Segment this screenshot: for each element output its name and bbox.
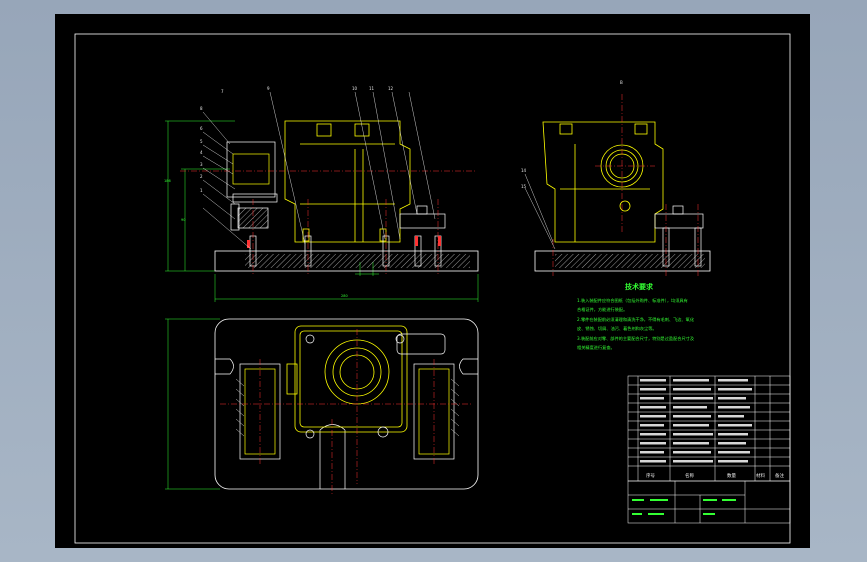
balloon-front: 7 (221, 89, 224, 94)
bom-grid (627, 375, 791, 482)
cad-viewport[interactable]: 186 90 280 8 7 6 5 4 3 2 1 9 10 11 12 B … (0, 0, 867, 562)
balloon-front: 8 (200, 106, 203, 111)
dim-height-label: 186 (164, 179, 171, 183)
top-view (165, 318, 479, 494)
fixture-body (284, 120, 411, 243)
side-base-hatching (555, 254, 705, 268)
balloon-front: 6 (200, 126, 203, 131)
balloon-side: 15 (521, 184, 527, 189)
dim-center-label: 90 (181, 218, 185, 222)
tenon-slot (319, 424, 346, 489)
view-label: B (620, 80, 623, 85)
front-view: 186 90 280 8 7 6 5 4 3 2 1 9 10 11 12 (164, 86, 479, 302)
balloon-front: 5 (200, 139, 203, 144)
technical-requirements: 技术要求 1.装入装配件应符合图纸（包括外购件、标准件），均须具有 合格证件，方… (577, 282, 695, 351)
knurl-pattern (235, 378, 460, 437)
bom-header-material: 材料 (756, 472, 765, 479)
balloon-front: 9 (267, 86, 270, 91)
tech-note-line: 相关精度进行复查。 (577, 344, 615, 351)
assembly-drawing: 186 90 280 8 7 6 5 4 3 2 1 9 10 11 12 B … (74, 33, 791, 544)
tech-note-line: 皮、锈蚀、切屑、油污、着色剂和灰尘等。 (577, 325, 657, 332)
drawing-border (74, 33, 791, 544)
side-view: B 14 15 (521, 80, 711, 276)
top-clamps (239, 333, 455, 460)
drawing-sheet: 186 90 280 8 7 6 5 4 3 2 1 9 10 11 12 B … (55, 14, 810, 548)
balloon-front: 2 (200, 174, 203, 179)
balloon-front: 10 (352, 86, 358, 91)
bom-header-qty: 数量 (727, 472, 736, 479)
tech-note-line: 2.零件在装配前必须清理和清洗干净，不得有毛刺、飞边、氧化 (577, 316, 695, 323)
tech-note-line: 3.装配前应对零、部件的主要配合尺寸，特别是过盈配合尺寸及 (577, 335, 695, 342)
front-dimensions (165, 120, 479, 302)
balloon-front: 1 (200, 188, 203, 193)
top-body (286, 325, 408, 433)
title-block (627, 480, 791, 524)
bom-header-seq: 序号 (646, 472, 655, 479)
title-block-green-text (632, 499, 736, 515)
top-dimensions (165, 318, 220, 490)
balloon-front: 3 (200, 162, 203, 167)
tech-note-line: 1.装入装配件应符合图纸（包括外购件、标准件），均须具有 (577, 297, 688, 304)
bom-header-name: 名称 (685, 472, 694, 479)
dim-length-label: 280 (341, 294, 348, 298)
balloon-front: 12 (388, 86, 394, 91)
side-body (542, 121, 664, 243)
balloon-side: 14 (521, 168, 527, 173)
bill-of-materials: 序号 名称 数量 材料 备注 (627, 375, 791, 524)
balloon-front: 11 (369, 86, 375, 91)
left-clamp (226, 141, 278, 231)
side-leaders (524, 173, 556, 250)
u-slots (215, 358, 478, 375)
balloon-front: 4 (200, 150, 203, 155)
tech-requirements-title: 技术要求 (625, 282, 654, 291)
bom-header-remark: 备注 (775, 472, 784, 479)
tech-note-line: 合格证件，方能进行装配。 (577, 306, 627, 313)
